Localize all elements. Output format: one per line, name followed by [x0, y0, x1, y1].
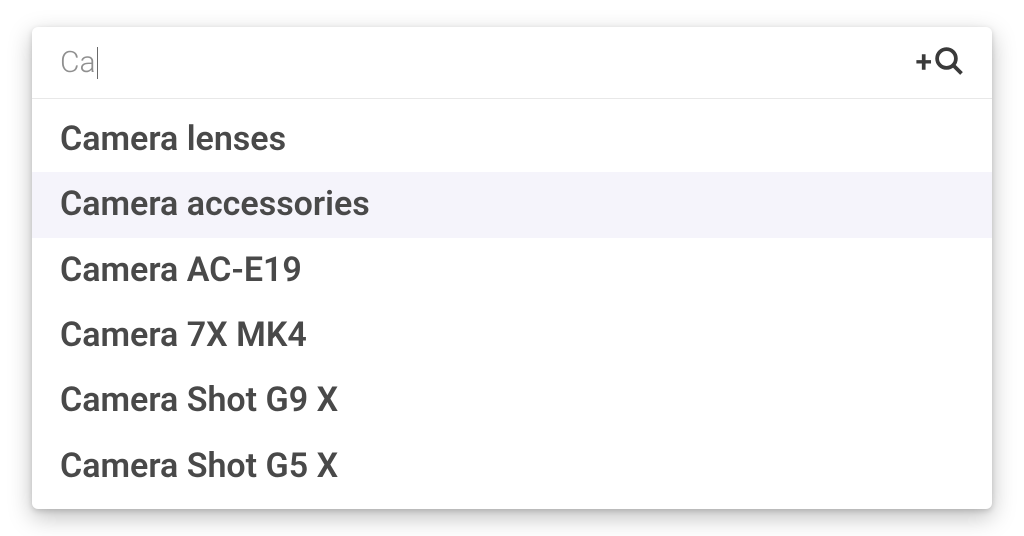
- add-search-button[interactable]: +: [916, 46, 965, 80]
- search-input-text: Ca: [60, 45, 96, 80]
- suggestion-label: Camera Shot G5 X: [60, 446, 338, 486]
- search-bar: Ca +: [32, 27, 992, 99]
- suggestions-list: Camera lenses Camera accessories Camera …: [32, 99, 992, 509]
- suggestion-item[interactable]: Camera Shot G9 X: [32, 368, 992, 433]
- suggestion-label: Camera AC-E19: [60, 250, 302, 290]
- suggestion-item[interactable]: Camera lenses: [32, 107, 992, 172]
- plus-icon: +: [916, 48, 933, 78]
- search-input[interactable]: Ca: [60, 45, 916, 80]
- suggestion-item[interactable]: Camera 7X MK4: [32, 303, 992, 368]
- suggestion-item[interactable]: Camera Shot G5 X: [32, 434, 992, 499]
- search-autocomplete-panel: Ca + Camera lenses Camera accessories Ca…: [32, 27, 992, 509]
- suggestion-label: Camera 7X MK4: [60, 315, 307, 355]
- search-icon: [934, 46, 964, 80]
- suggestion-label: Camera Shot G9 X: [60, 380, 338, 420]
- suggestion-label: Camera lenses: [60, 119, 286, 159]
- text-cursor: [97, 47, 98, 79]
- suggestion-label: Camera accessories: [60, 184, 370, 224]
- suggestion-item[interactable]: Camera accessories: [32, 172, 992, 237]
- suggestion-item[interactable]: Camera AC-E19: [32, 238, 992, 303]
